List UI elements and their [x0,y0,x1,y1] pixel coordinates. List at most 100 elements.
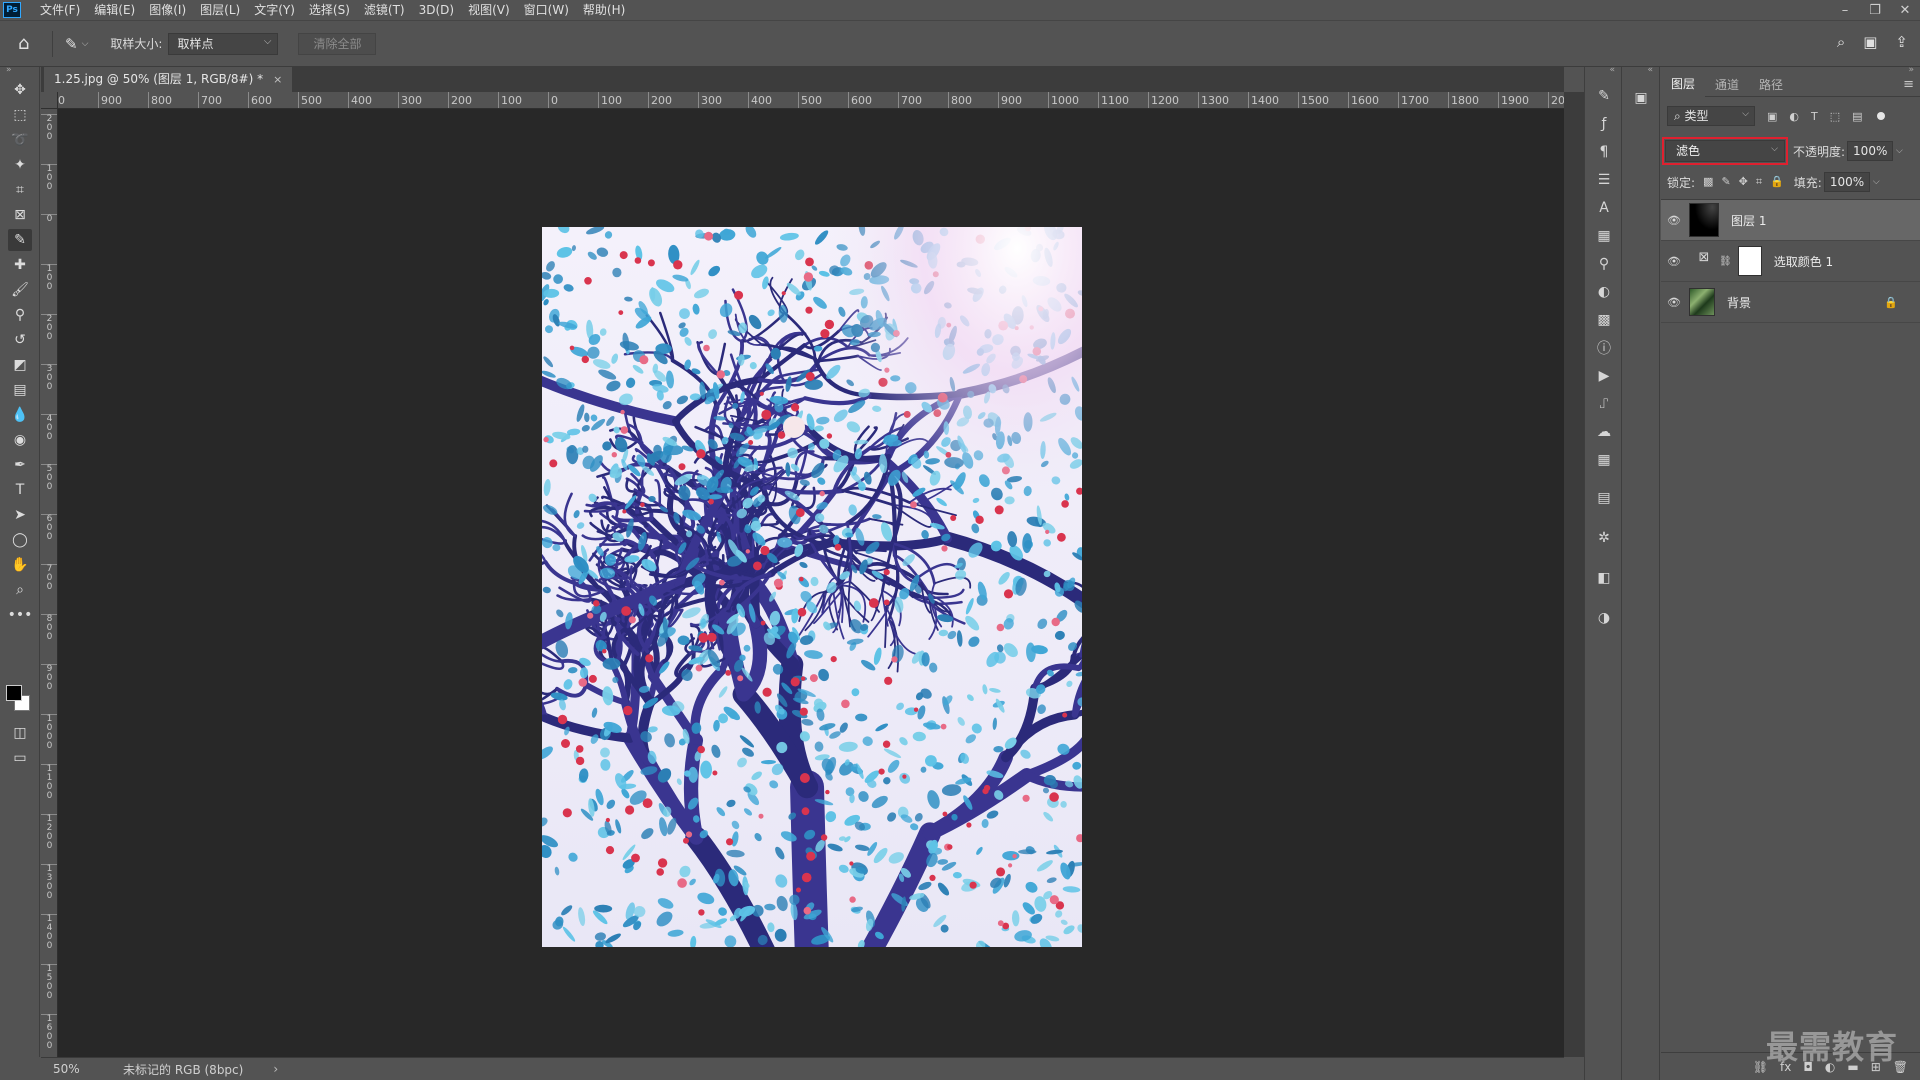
sample-size-select[interactable]: 取样点 [168,32,279,55]
brush-tool-icon[interactable]: 🖌 [8,279,32,301]
collapse-icon[interactable]: « [1647,65,1653,75]
menu-3d[interactable]: 3D(D) [412,0,461,20]
tab-channels[interactable]: 通道 [1705,73,1749,97]
chevron-down-icon[interactable]: ⌵ [1896,146,1903,156]
history-brush-tool-icon[interactable]: ↺ [8,329,32,351]
ruler-origin[interactable] [41,92,58,109]
tab-layers[interactable]: 图层 [1661,71,1706,98]
chevron-down-icon[interactable]: ⌵ [82,39,89,49]
eraser-tool-icon[interactable]: ◩ [8,354,32,376]
fx-icon[interactable]: ƒ [1593,113,1615,135]
document-tab[interactable]: 1.25.jpg @ 50% (图层 1, RGB/8#) * × [44,67,293,92]
menu-window[interactable]: 窗口(W) [517,0,576,20]
zoom-tool-icon[interactable]: ⌕ [8,579,32,601]
foreground-color-swatch[interactable] [6,685,22,701]
shape-filter-icon[interactable]: ⬚ [1830,110,1840,123]
menu-filter[interactable]: 滤镜(T) [357,0,412,20]
search-icon[interactable]: ⌕ [1837,33,1845,51]
type-tool-icon[interactable]: T [8,479,32,501]
layer-name[interactable]: 选取颜色 1 [1774,253,1833,270]
layer-name[interactable]: 背景 [1727,294,1751,311]
quick-select-tool-icon[interactable]: ✦ [8,154,32,176]
menu-select[interactable]: 选择(S) [302,0,357,20]
visibility-eye-icon[interactable]: 👁 [1661,296,1687,309]
layer-mask-thumbnail[interactable] [1737,246,1762,276]
layer-thumbnail[interactable] [1689,288,1715,316]
fill-field[interactable]: 100% [1823,172,1870,192]
actions-icon[interactable]: ▶ [1593,365,1615,387]
opacity-field[interactable]: 100% [1847,141,1894,161]
collapse-icon[interactable]: » [6,65,12,75]
menu-layer[interactable]: 图层(L) [193,0,247,20]
menu-edit[interactable]: 编辑(E) [87,0,142,20]
layer-row[interactable]: 👁 ⊠ ⛓ 选取颜色 1 [1661,241,1920,282]
pen-tool-icon[interactable]: ✒ [8,454,32,476]
share-icon[interactable]: ⇪ [1895,33,1908,51]
adjustment-filter-icon[interactable]: ◐ [1789,110,1799,123]
visibility-eye-icon[interactable]: 👁 [1661,214,1687,227]
zoom-level[interactable]: 50% [53,1062,113,1076]
swatches-icon[interactable]: ▣ [1630,87,1652,109]
canvas-area[interactable] [58,109,1564,1057]
lock-artboard-icon[interactable]: ⌗ [1756,175,1762,189]
crop-tool-icon[interactable]: ⌗ [8,179,32,201]
smart-object-filter-icon[interactable]: ▤ [1852,110,1862,123]
layer-comps-icon[interactable]: ▩ [1593,309,1615,331]
clone-source-icon[interactable]: ⚲ [1593,253,1615,275]
chevron-right-icon[interactable]: › [273,1062,278,1076]
lock-pixels-icon[interactable]: ✎ [1721,175,1730,189]
styles-icon[interactable]: ◐ [1593,281,1615,303]
info-icon[interactable]: ⓘ [1593,337,1615,359]
character-icon[interactable]: A [1593,197,1615,219]
brush-settings-icon[interactable]: ✎ [1593,85,1615,107]
layer-row[interactable]: 👁 图层 1 [1661,200,1920,241]
paths-icon[interactable]: ⑀ [1593,393,1615,415]
libraries-icon[interactable]: ▦ [1593,225,1615,247]
adjustments-icon[interactable]: ☰ [1593,169,1615,191]
gradient-tool-icon[interactable]: ▤ [8,379,32,401]
lasso-tool-icon[interactable]: ➰ [8,129,32,151]
workspace-icon[interactable]: ▣ [1863,33,1877,51]
lock-transparency-icon[interactable]: ▩ [1703,175,1713,189]
tab-paths[interactable]: 路径 [1749,73,1793,97]
restore-button[interactable]: ❐ [1860,0,1890,20]
lock-position-icon[interactable]: ✥ [1739,175,1748,189]
clear-all-button[interactable]: 清除全部 [298,32,377,55]
frame-tool-icon[interactable]: ⊠ [8,204,32,226]
type-filter-icon[interactable]: T [1811,110,1818,123]
pixel-filter-icon[interactable]: ▣ [1767,110,1777,123]
home-icon[interactable]: ⌂ [18,33,40,54]
lock-all-icon[interactable]: 🔒 [1770,175,1784,189]
filter-kind-select[interactable]: ⌕ 类型 [1667,105,1755,126]
move-tool-icon[interactable]: ✥ [8,79,32,101]
layer-row[interactable]: 👁 背景 🔒 [1661,282,1920,323]
dodge-tool-icon[interactable]: ◉ [8,429,32,451]
chevron-down-icon[interactable]: ⌵ [1873,177,1880,187]
eyedropper-icon[interactable]: ✎ [65,35,78,53]
notes-icon[interactable]: ▤ [1593,487,1615,509]
menu-view[interactable]: 视图(V) [461,0,517,20]
eyedropper-tool-icon[interactable]: ✎ [8,229,32,251]
3d-icon[interactable]: ☁ [1593,421,1615,443]
quick-mask-icon[interactable]: ◫ [8,722,32,744]
more-tools-icon[interactable]: ••• [8,604,33,626]
path-select-tool-icon[interactable]: ➤ [8,504,32,526]
layer-thumbnail[interactable] [1689,203,1719,237]
stamp-tool-icon[interactable]: ⚲ [8,304,32,326]
document-image[interactable] [542,227,1082,947]
visibility-eye-icon[interactable]: 👁 [1661,255,1687,268]
screen-mode-icon[interactable]: ▭ [8,747,32,769]
healing-brush-tool-icon[interactable]: ✚ [8,254,32,276]
menu-help[interactable]: 帮助(H) [576,0,632,20]
marquee-tool-icon[interactable]: ⬚ [8,104,32,126]
blur-tool-icon[interactable]: 💧 [8,404,32,426]
minimize-button[interactable]: – [1830,0,1860,20]
close-button[interactable]: ✕ [1890,0,1920,20]
navigator-icon[interactable]: ◧ [1593,567,1615,589]
filter-toggle[interactable] [1876,112,1885,120]
color-icon[interactable]: ◑ [1593,607,1615,629]
vertical-scroll-area[interactable] [1564,92,1584,1057]
paragraph-icon[interactable]: ¶ [1593,141,1615,163]
link-icon[interactable]: ⛓ [1719,256,1732,267]
menu-image[interactable]: 图像(I) [142,0,193,20]
